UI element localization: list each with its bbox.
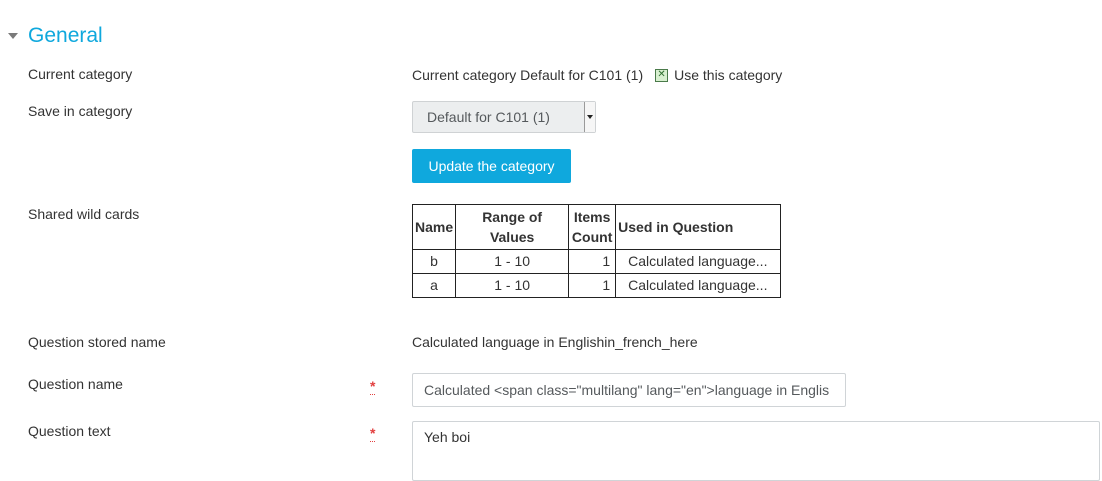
update-category-button[interactable]: Update the category (412, 149, 571, 183)
collapse-caret-icon[interactable] (8, 33, 18, 39)
use-category-checkbox[interactable]: ✕ (655, 68, 669, 82)
use-category-label[interactable]: Use this category (674, 65, 782, 85)
required-icon: * (370, 378, 376, 395)
table-header-row: Name Range of Values Items Count Used in… (411, 204, 782, 250)
current-category-value: Current category Default for C101 (1) (412, 67, 644, 83)
table-row: b 1 - 10 1 Calculated language... (411, 249, 782, 274)
cell-name: b (411, 249, 457, 274)
required-icon: * (370, 425, 376, 442)
question-name-label: Question name (28, 376, 123, 392)
header-name: Name (411, 204, 457, 250)
current-category-label: Current category (28, 66, 133, 82)
section-title[interactable]: General (28, 22, 103, 50)
header-range: Range of Values (455, 204, 570, 250)
cell-count: 1 (568, 249, 617, 274)
category-select[interactable]: Default for C101 (1) (412, 101, 596, 133)
question-stored-name-value: Calculated language in Englishin_french_… (412, 334, 698, 350)
cell-count: 1 (568, 273, 617, 298)
question-name-input[interactable]: Calculated <span class="multilang" lang=… (412, 373, 846, 407)
section-header-general[interactable]: General (8, 22, 103, 50)
cell-name: a (411, 273, 457, 298)
shared-wild-cards-label: Shared wild cards (28, 206, 140, 222)
header-used: Used in Question (615, 204, 782, 250)
current-category-row: Current category Default for C101 (1) ✕ … (412, 65, 782, 85)
question-text-label: Question text (28, 423, 111, 439)
cell-range: 1 - 10 (455, 273, 570, 298)
cell-used: Calculated language... (615, 249, 782, 274)
header-items-line1: Items (573, 209, 611, 225)
cell-used: Calculated language... (615, 273, 782, 298)
header-items-count: Items Count (568, 204, 617, 250)
question-stored-name-label: Question stored name (28, 334, 166, 350)
dropdown-arrow-icon[interactable] (584, 102, 595, 132)
category-select-value: Default for C101 (1) (427, 109, 550, 125)
table-row: a 1 - 10 1 Calculated language... (411, 273, 782, 298)
header-items-line2: Count (571, 229, 613, 245)
question-text-editor[interactable]: Yeh boi (412, 421, 1100, 481)
cell-range: 1 - 10 (455, 249, 570, 274)
wild-cards-table: Name Range of Values Items Count Used in… (411, 204, 782, 298)
save-in-category-label: Save in category (28, 103, 133, 119)
